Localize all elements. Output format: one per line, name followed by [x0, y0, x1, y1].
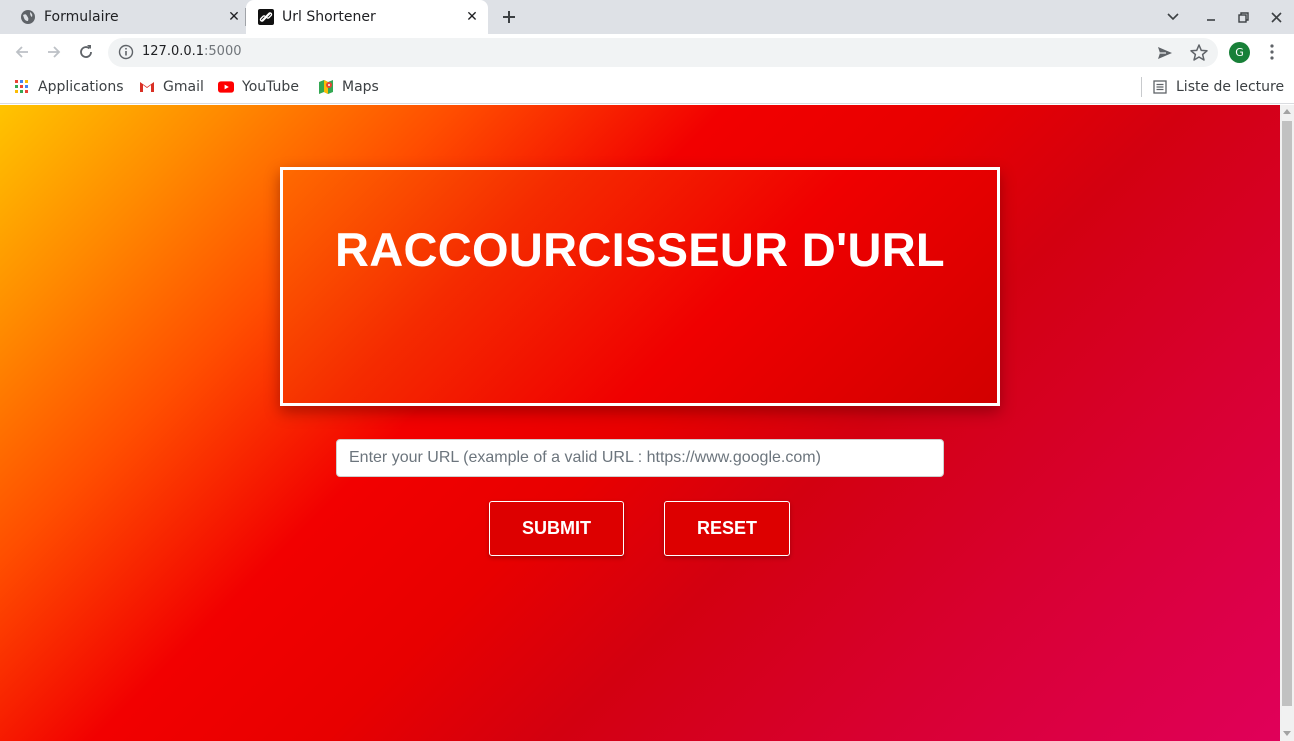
minimize-button[interactable]: [1200, 6, 1222, 28]
bookmark-label: YouTube: [242, 79, 299, 95]
tab-strip: Formulaire ✕ Url Shortener ✕: [0, 0, 1294, 34]
new-tab-button[interactable]: [498, 6, 520, 28]
address-bar[interactable]: 127.0.0.1:5000: [108, 38, 1218, 67]
page-title: RACCOURCISSEUR D'URL: [335, 223, 945, 276]
scroll-down-arrow-icon[interactable]: [1283, 731, 1291, 736]
reload-icon: [80, 45, 92, 58]
plus-icon: [503, 11, 515, 23]
close-icon: [1270, 11, 1282, 23]
bookmark-youtube[interactable]: YouTube: [218, 77, 299, 97]
bookmark-label: Gmail: [163, 79, 204, 95]
more-vert-icon: [1270, 44, 1274, 60]
maps-icon: [318, 79, 334, 95]
tab-title: Url Shortener: [282, 9, 376, 25]
browser-toolbar: 127.0.0.1:5000 G: [0, 34, 1294, 70]
tab-url-shortener[interactable]: Url Shortener ✕: [246, 0, 488, 34]
hero-card: RACCOURCISSEUR D'URL: [280, 167, 1000, 406]
back-button[interactable]: [10, 40, 34, 64]
url-text: 127.0.0.1:5000: [142, 44, 242, 59]
globe-icon: [20, 9, 36, 25]
reading-list-icon: [1152, 79, 1168, 95]
close-tab-icon[interactable]: ✕: [224, 7, 244, 27]
reading-list-label: Liste de lecture: [1176, 79, 1285, 95]
close-window-button[interactable]: [1265, 6, 1287, 28]
link-icon: [258, 9, 274, 25]
reset-button[interactable]: RESET: [664, 501, 790, 556]
profile-avatar[interactable]: G: [1229, 42, 1250, 63]
reading-list-button[interactable]: Liste de lecture: [1152, 77, 1284, 97]
apps-grid-icon: [14, 79, 30, 95]
close-tab-icon[interactable]: ✕: [462, 7, 482, 27]
page-background: RACCOURCISSEUR D'URL SUBMIT RESET: [0, 105, 1280, 741]
tab-title: Formulaire: [44, 9, 119, 25]
tab-formulaire[interactable]: Formulaire ✕: [8, 0, 250, 34]
bookmark-label: Maps: [342, 79, 379, 95]
bookmarks-bar: Applications Gmail YouTube Maps Liste de…: [0, 70, 1294, 104]
bookmark-star-icon[interactable]: [1189, 43, 1209, 63]
arrow-right-icon: [48, 46, 61, 58]
arrow-left-icon: [15, 46, 28, 58]
youtube-icon: [218, 79, 234, 95]
restore-button[interactable]: [1232, 6, 1254, 28]
scroll-up-arrow-icon[interactable]: [1283, 109, 1291, 114]
bookmark-applications[interactable]: Applications: [14, 77, 124, 97]
chevron-down-icon: [1167, 13, 1179, 21]
url-host: 127.0.0.1: [142, 44, 205, 59]
gmail-icon: [139, 79, 155, 95]
bookmark-gmail[interactable]: Gmail: [139, 77, 204, 97]
bookmarks-divider: [1141, 77, 1142, 97]
info-icon[interactable]: [118, 44, 134, 60]
page-scrollbar[interactable]: [1280, 105, 1294, 741]
submit-button[interactable]: SUBMIT: [489, 501, 624, 556]
restore-icon: [1237, 11, 1249, 23]
url-input[interactable]: [336, 439, 944, 477]
browser-menu-button[interactable]: [1262, 41, 1282, 63]
url-port: :5000: [204, 44, 242, 59]
tab-search-button[interactable]: [1162, 6, 1184, 28]
scrollbar-thumb[interactable]: [1282, 121, 1292, 706]
forward-button[interactable]: [42, 40, 66, 64]
bookmark-label: Applications: [38, 79, 124, 95]
reload-button[interactable]: [74, 40, 98, 64]
minimize-icon: [1207, 19, 1215, 21]
bookmark-maps[interactable]: Maps: [318, 77, 379, 97]
send-tab-icon[interactable]: [1156, 44, 1174, 62]
